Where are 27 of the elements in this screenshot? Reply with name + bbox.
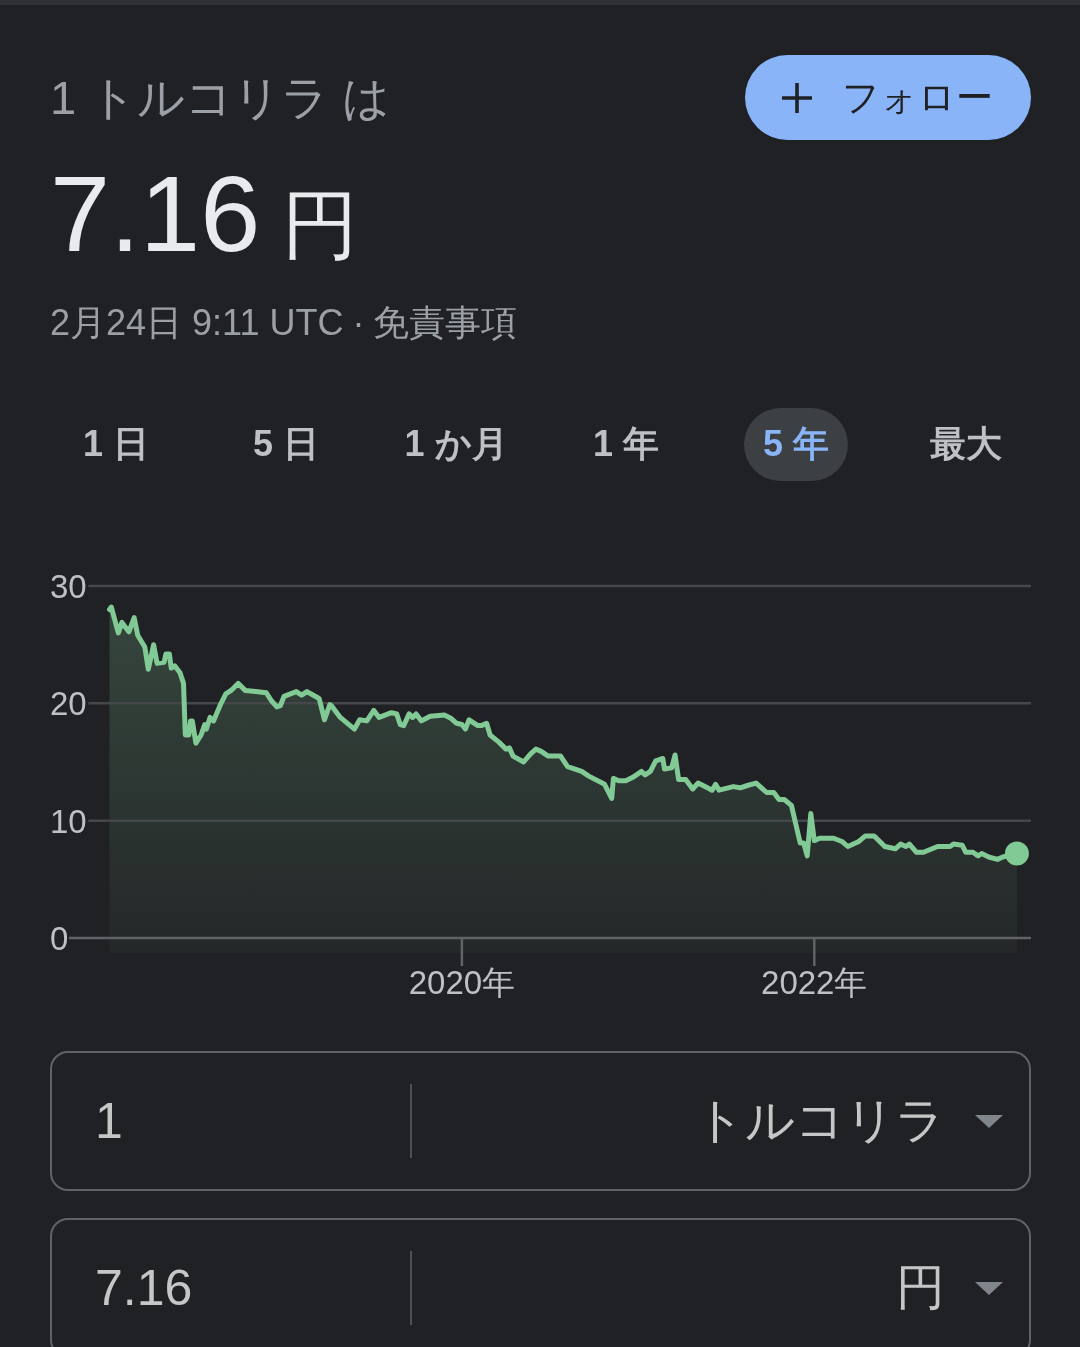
end-marker-icon	[1004, 841, 1029, 866]
caret-icon	[975, 1281, 1003, 1295]
x-axis-label: 2022年	[761, 964, 868, 1001]
range-tab[interactable]: 1 か月	[385, 408, 527, 481]
y-axis-label: 20	[50, 685, 87, 723]
price-value: 7.16	[50, 153, 261, 274]
rate-heading: 1 トルコリラ は	[50, 70, 391, 126]
plus-icon	[782, 82, 812, 113]
amount-input[interactable]: 7.16	[95, 1258, 407, 1318]
currency-dropdown[interactable]: 円	[890, 1251, 1005, 1325]
timestamp-text: 2月24日 9:11 UTC	[50, 301, 344, 345]
y-axis-label: 0	[50, 920, 69, 957]
separator-text: ·	[352, 301, 365, 345]
range-tab[interactable]: 1 日	[64, 408, 168, 481]
currency-unit: 円	[282, 182, 359, 267]
range-tab[interactable]: 5 日	[234, 408, 338, 481]
range-tab[interactable]: 1 年	[574, 408, 678, 481]
x-axis-label: 2020年	[408, 964, 516, 1001]
follow-button[interactable]: フォロー	[745, 55, 1031, 140]
y-axis-label: 30	[50, 568, 87, 605]
range-tab[interactable]: 最大	[911, 408, 1021, 481]
caret-icon	[975, 1114, 1003, 1128]
disclaimer-link[interactable]: 免責事項	[373, 301, 518, 345]
range-tab[interactable]: 5 年	[744, 408, 848, 481]
currency-dropdown[interactable]: トルコリラ	[689, 1084, 1005, 1158]
y-axis-label: 10	[50, 802, 87, 840]
amount-input[interactable]: 1	[95, 1091, 407, 1151]
